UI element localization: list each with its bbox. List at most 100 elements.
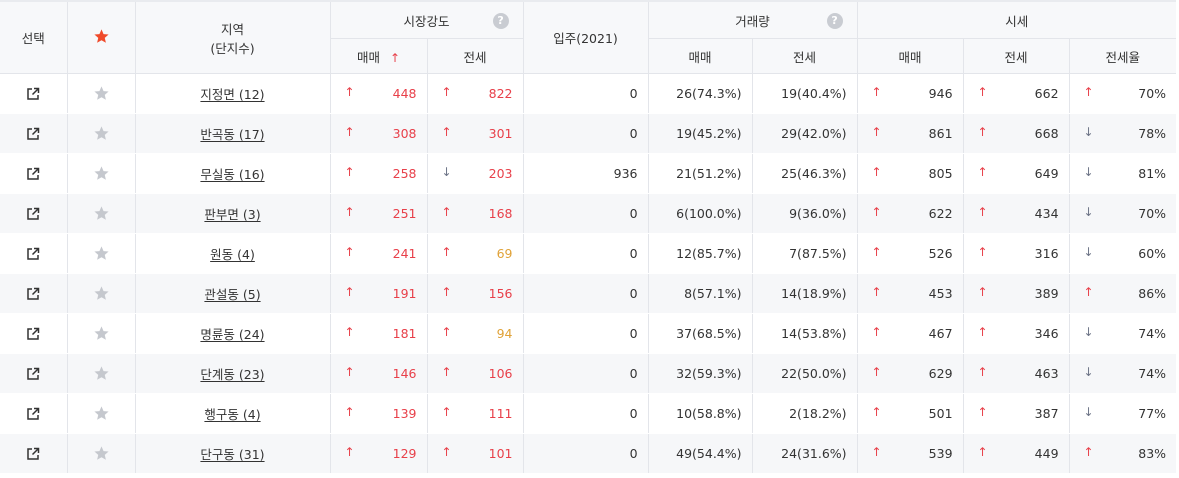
star-icon[interactable] bbox=[68, 405, 135, 422]
ms-sale-value: 181 bbox=[392, 326, 417, 341]
ms-jeonse-cell: ↑ 301 bbox=[427, 113, 524, 154]
price-sale-cell: ↑ 946 bbox=[857, 73, 964, 114]
header-region[interactable]: 지역 (단지수) bbox=[135, 1, 331, 74]
arrow-up-icon: ↑ bbox=[344, 365, 355, 379]
ms-jeonse-cell: ↑ 111 bbox=[427, 393, 524, 434]
favorite-cell bbox=[67, 353, 136, 394]
star-icon[interactable] bbox=[68, 165, 135, 182]
star-icon[interactable] bbox=[68, 125, 135, 142]
region-link[interactable]: 원동 (4) bbox=[210, 247, 255, 262]
price-sale-value: 526 bbox=[928, 246, 953, 261]
arrow-up-icon: ↑ bbox=[977, 125, 988, 139]
jeonse-ratio-value: 60% bbox=[1138, 246, 1167, 261]
price-jeonse-cell: ↑ 434 bbox=[963, 193, 1070, 234]
price-sale-cell: ↑ 805 bbox=[857, 153, 964, 194]
star-icon[interactable] bbox=[68, 445, 135, 462]
ms-sale-value: 146 bbox=[392, 366, 417, 381]
external-link-icon[interactable] bbox=[0, 447, 67, 461]
region-link[interactable]: 관설동 (5) bbox=[204, 287, 260, 302]
header-volume: 거래량 ? bbox=[648, 1, 858, 39]
ms-jeonse-cell: ↓ 203 bbox=[427, 153, 524, 194]
ms-jeonse-cell: ↑ 94 bbox=[427, 313, 524, 354]
price-sale-value: 861 bbox=[928, 126, 953, 141]
price-jeonse-cell: ↑ 387 bbox=[963, 393, 1070, 434]
header-ms-jeonse[interactable]: 전세 bbox=[427, 38, 524, 74]
arrow-down-icon: ↓ bbox=[1083, 205, 1094, 219]
region-link[interactable]: 판부면 (3) bbox=[204, 207, 260, 222]
table-row: 판부면 (3) ↑ 251 ↑ 168 0 6(100.0%) 9(36.0%)… bbox=[0, 193, 1177, 234]
jeonse-ratio-value: 74% bbox=[1138, 366, 1167, 381]
external-link-icon[interactable] bbox=[0, 87, 67, 101]
favorite-cell bbox=[67, 73, 136, 114]
star-icon[interactable] bbox=[68, 285, 135, 302]
header-vol-sale[interactable]: 매매 bbox=[648, 38, 753, 74]
region-link[interactable]: 명륜동 (24) bbox=[200, 327, 264, 342]
price-jeonse-cell: ↑ 316 bbox=[963, 233, 1070, 274]
region-link[interactable]: 지정면 (12) bbox=[200, 87, 264, 102]
header-jeonse-ratio[interactable]: 전세율 bbox=[1069, 38, 1177, 74]
ms-sale-value: 258 bbox=[392, 166, 417, 181]
region-link[interactable]: 행구동 (4) bbox=[204, 407, 260, 422]
price-jeonse-value: 668 bbox=[1034, 126, 1059, 141]
region-link[interactable]: 단계동 (23) bbox=[200, 367, 264, 382]
star-icon[interactable] bbox=[68, 205, 135, 222]
price-jeonse-value: 449 bbox=[1034, 446, 1059, 461]
ms-jeonse-value: 301 bbox=[488, 126, 513, 141]
move-in-cell: 0 bbox=[523, 233, 649, 274]
header-favorite[interactable] bbox=[67, 1, 136, 74]
jeonse-ratio-value: 81% bbox=[1138, 166, 1167, 181]
vol-sale-cell: 49(54.4%) bbox=[648, 433, 753, 474]
jeonse-ratio-cell: ↓ 81% bbox=[1069, 153, 1177, 194]
external-link-icon[interactable] bbox=[0, 367, 67, 381]
jeonse-ratio-value: 78% bbox=[1138, 126, 1167, 141]
region-cell: 관설동 (5) bbox=[135, 273, 331, 314]
header-price-sale[interactable]: 매매 bbox=[857, 38, 964, 74]
jeonse-ratio-value: 74% bbox=[1138, 326, 1167, 341]
region-cell: 판부면 (3) bbox=[135, 193, 331, 234]
ms-jeonse-cell: ↑ 106 bbox=[427, 353, 524, 394]
arrow-up-icon: ↑ bbox=[871, 365, 882, 379]
region-link[interactable]: 반곡동 (17) bbox=[200, 127, 264, 142]
favorite-cell bbox=[67, 153, 136, 194]
price-jeonse-cell: ↑ 668 bbox=[963, 113, 1070, 154]
jeonse-ratio-cell: ↓ 78% bbox=[1069, 113, 1177, 154]
star-icon[interactable] bbox=[68, 365, 135, 382]
external-link-icon[interactable] bbox=[0, 207, 67, 221]
price-sale-cell: ↑ 501 bbox=[857, 393, 964, 434]
arrow-up-icon: ↑ bbox=[441, 125, 452, 139]
price-sale-value: 622 bbox=[928, 206, 953, 221]
ms-jeonse-cell: ↑ 101 bbox=[427, 433, 524, 474]
header-region-sub: (단지수) bbox=[210, 40, 255, 56]
ms-jeonse-cell: ↑ 822 bbox=[427, 73, 524, 114]
ms-jeonse-value: 101 bbox=[488, 446, 513, 461]
region-link[interactable]: 단구동 (31) bbox=[200, 447, 264, 462]
arrow-up-icon: ↑ bbox=[441, 245, 452, 259]
help-icon[interactable]: ? bbox=[826, 13, 843, 29]
star-icon[interactable] bbox=[68, 85, 135, 102]
price-sale-value: 453 bbox=[928, 286, 953, 301]
external-link-icon[interactable] bbox=[0, 127, 67, 141]
star-icon[interactable] bbox=[68, 245, 135, 262]
star-icon[interactable] bbox=[68, 325, 135, 342]
external-link-icon[interactable] bbox=[0, 327, 67, 341]
vol-jeonse-cell: 9(36.0%) bbox=[752, 193, 858, 234]
header-move-in[interactable]: 입주(2021) bbox=[523, 1, 649, 74]
external-link-icon[interactable] bbox=[0, 167, 67, 181]
help-icon[interactable]: ? bbox=[492, 13, 509, 29]
ms-sale-cell: ↑ 191 bbox=[330, 273, 428, 314]
region-cell: 무실동 (16) bbox=[135, 153, 331, 194]
favorite-cell bbox=[67, 313, 136, 354]
region-cell: 지정면 (12) bbox=[135, 73, 331, 114]
external-link-icon[interactable] bbox=[0, 287, 67, 301]
header-ms-sale[interactable]: 매매 ↑ bbox=[330, 38, 428, 74]
arrow-up-icon: ↑ bbox=[441, 405, 452, 419]
external-link-icon[interactable] bbox=[0, 247, 67, 261]
arrow-up-icon: ↑ bbox=[871, 125, 882, 139]
region-link[interactable]: 무실동 (16) bbox=[200, 167, 264, 182]
header-price-jeonse[interactable]: 전세 bbox=[963, 38, 1070, 74]
header-vol-jeonse[interactable]: 전세 bbox=[752, 38, 858, 74]
external-link-icon[interactable] bbox=[0, 407, 67, 421]
table-row: 지정면 (12) ↑ 448 ↑ 822 0 26(74.3%) 19(40.4… bbox=[0, 73, 1177, 114]
price-jeonse-cell: ↑ 649 bbox=[963, 153, 1070, 194]
price-sale-cell: ↑ 467 bbox=[857, 313, 964, 354]
